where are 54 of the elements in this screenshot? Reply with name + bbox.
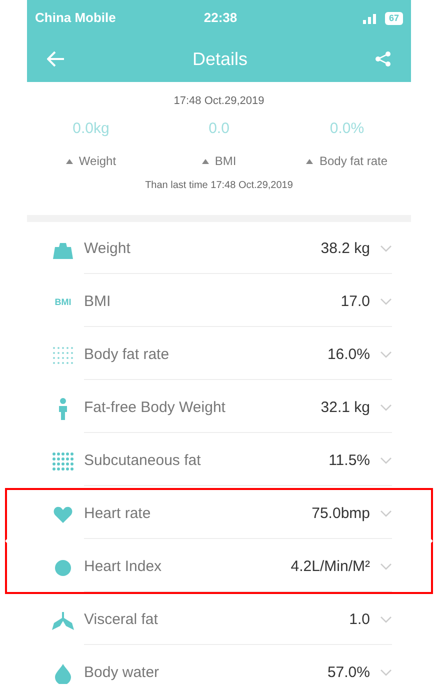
metric-value: 38.2 kg xyxy=(320,238,370,259)
chevron-down-icon[interactable] xyxy=(380,457,392,465)
up-triangle-icon xyxy=(306,158,314,164)
chevron-down-icon[interactable] xyxy=(380,616,392,624)
chevron-down-icon[interactable] xyxy=(380,510,392,518)
stat-label: BMI xyxy=(214,153,236,170)
metric-name: Heart Index xyxy=(84,556,162,577)
person-icon xyxy=(58,398,68,420)
chevron-down-icon[interactable] xyxy=(380,245,392,253)
metric-value: 17.0 xyxy=(340,292,370,312)
metric-value: 32.1 kg xyxy=(320,398,370,418)
stat-label: Body fat rate xyxy=(319,153,388,170)
measure-date: 17:48 Oct.29,2019 xyxy=(174,94,264,109)
metric-value: 11.5% xyxy=(328,450,370,471)
metric-value: 1.0 xyxy=(349,610,370,630)
back-arrow-icon[interactable] xyxy=(47,51,65,67)
chevron-down-icon[interactable] xyxy=(380,298,392,306)
grid-icon xyxy=(52,452,74,472)
chevron-down-icon[interactable] xyxy=(380,669,392,677)
metric-value: 75.0bmp xyxy=(312,504,370,524)
stat-value: 0.0 xyxy=(208,118,230,138)
page-title: Details xyxy=(191,48,249,70)
metric-name: Fat-free Body Weight xyxy=(84,398,226,418)
dotted-grid-icon xyxy=(52,346,74,366)
chevron-down-icon[interactable] xyxy=(380,351,392,359)
chevron-down-icon[interactable] xyxy=(380,404,392,412)
metric-name: Visceral fat xyxy=(84,610,158,630)
heart-icon xyxy=(53,506,73,524)
lungs-icon xyxy=(52,612,74,630)
bmi-icon: BMI xyxy=(54,296,72,310)
metric-name: Body fat rate xyxy=(84,344,170,365)
battery: 67 xyxy=(384,12,403,24)
weight-icon xyxy=(53,240,73,258)
metric-name: Body water xyxy=(84,662,160,683)
metric-value: 16.0% xyxy=(327,344,370,365)
metric-name: Subcutaneous fat xyxy=(84,450,201,471)
signal-icon xyxy=(362,12,379,24)
carrier: China Mobile xyxy=(35,9,116,28)
stat-value: 0.0kg xyxy=(72,118,110,138)
time: 22:38 xyxy=(204,9,238,28)
compare-note: Than last time 17:48 Oct.29,2019 xyxy=(145,179,293,193)
up-triangle-icon xyxy=(202,158,209,164)
circle-icon xyxy=(54,558,72,576)
metric-value: 57.0% xyxy=(327,662,370,683)
share-icon[interactable] xyxy=(375,51,391,67)
chevron-down-icon[interactable] xyxy=(380,563,392,571)
metric-name: Weight xyxy=(84,238,130,259)
stat-value: 0.0% xyxy=(330,118,364,138)
drop-icon xyxy=(55,664,71,684)
stat-label: Weight xyxy=(78,153,116,170)
metric-name: Heart rate xyxy=(84,504,151,524)
metric-name: BMI xyxy=(84,292,111,312)
up-triangle-icon xyxy=(66,158,73,164)
metric-value: 4.2L/Min/M² xyxy=(290,556,370,577)
